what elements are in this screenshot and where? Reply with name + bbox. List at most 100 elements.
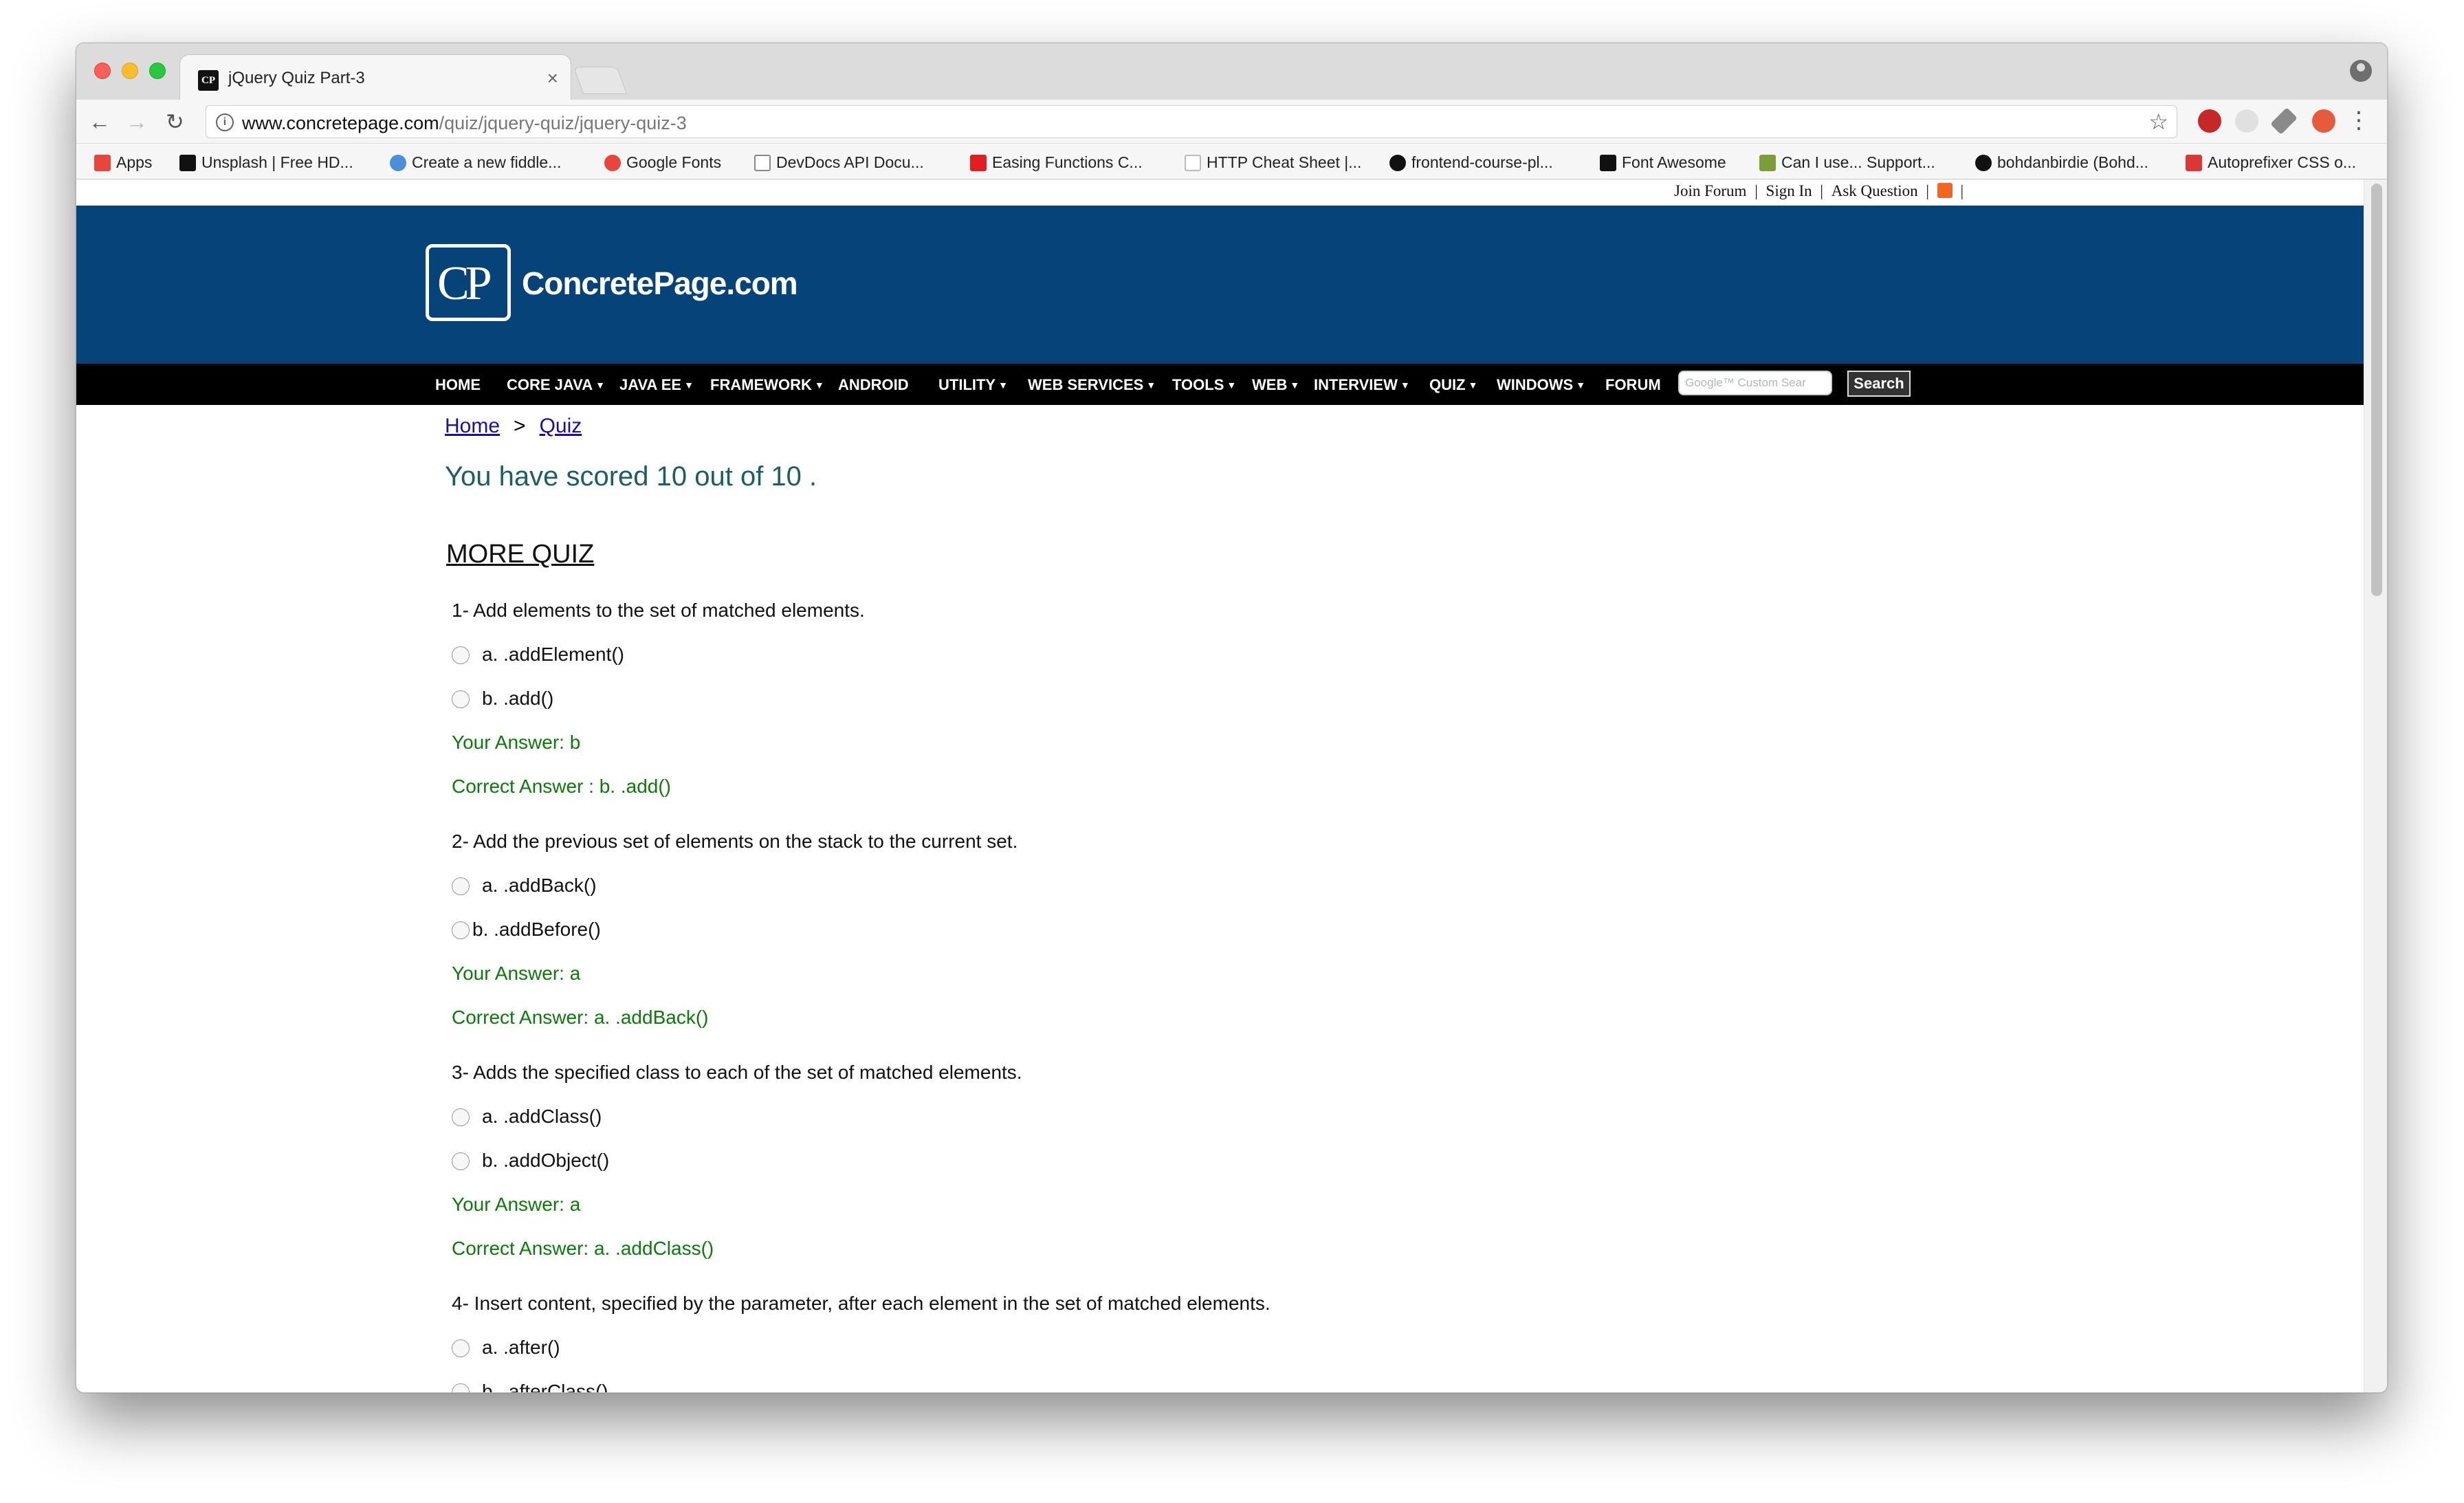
active-tab[interactable]: CP jQuery Quiz Part-3 × — [179, 54, 571, 100]
site-nav: HOME CORE JAVA ▼ JAVA EE ▼ FRAMEWORK ▼ ANDR… — [76, 364, 2364, 405]
correct-answer: Correct Answer: a. .addClass() — [452, 1238, 714, 1259]
nav-java-ee[interactable]: JAVA EE ▼ — [619, 376, 694, 394]
join-forum-link[interactable]: Join Forum — [1674, 182, 1746, 199]
your-answer: Your Answer: a — [452, 1194, 581, 1215]
flag-icon — [1600, 155, 1616, 171]
close-window-button[interactable] — [94, 63, 111, 79]
answer-option[interactable]: a. .after() — [452, 1337, 560, 1359]
reload-icon[interactable]: ↻ — [166, 109, 184, 134]
browser-window: CP jQuery Quiz Part-3 × ← → ↻ i www.conc… — [76, 43, 2388, 1393]
bookmark-item[interactable]: frontend-course-pl... — [1389, 153, 1553, 172]
nav-framework[interactable]: FRAMEWORK ▼ — [710, 376, 824, 394]
breadcrumb-quiz-link[interactable]: Quiz — [540, 415, 582, 437]
nav-home[interactable]: HOME — [435, 376, 481, 394]
nav-forum[interactable]: FORUM — [1605, 376, 1661, 394]
google-fonts-icon — [604, 155, 621, 171]
more-quiz-heading[interactable]: MORE QUIZ — [446, 540, 594, 569]
your-answer: Your Answer: a — [452, 963, 581, 984]
forward-icon[interactable]: → — [126, 109, 148, 134]
caret-down-icon: ▼ — [814, 380, 824, 391]
bookmark-item[interactable]: Create a new fiddle... — [390, 153, 561, 172]
nav-interview[interactable]: INTERVIEW ▼ — [1314, 376, 1410, 394]
url-text: www.concretepage.com/quiz/jquery-quiz/jq… — [242, 113, 687, 133]
cookie-extension-icon[interactable] — [2312, 109, 2335, 133]
profile-icon[interactable] — [2350, 60, 2372, 82]
bookmark-item[interactable]: Unsplash | Free HD... — [179, 153, 353, 172]
answer-option[interactable]: b. .add() — [452, 688, 553, 710]
answer-option[interactable]: b. .afterClass() — [452, 1381, 608, 1392]
cloud-icon — [390, 155, 406, 171]
bookmark-item[interactable]: Can I use... Support... — [1759, 153, 1935, 172]
breadcrumb: Home > Quiz — [445, 415, 582, 437]
nav-windows[interactable]: WINDOWS ▼ — [1497, 376, 1585, 394]
bookmark-item[interactable]: bohdanbirdie (Bohd... — [1975, 153, 2148, 172]
bookmark-item[interactable]: DevDocs API Docu... — [754, 153, 924, 172]
bookmark-item[interactable]: Autoprefixer CSS o... — [2186, 153, 2356, 172]
adblock-extension-icon[interactable] — [2198, 109, 2221, 133]
ask-question-link[interactable]: Ask Question — [1832, 182, 1918, 199]
your-answer: Your Answer: b — [452, 732, 581, 753]
devdocs-icon — [754, 155, 771, 171]
radio-button[interactable] — [452, 646, 470, 664]
address-bar[interactable]: i www.concretepage.com/quiz/jquery-quiz/… — [206, 105, 2177, 138]
question-text: 3- Adds the specified class to each of t… — [452, 1062, 1022, 1083]
sign-in-link[interactable]: Sign In — [1766, 182, 1812, 199]
answer-option[interactable]: a. .addBack() — [452, 875, 597, 897]
bookmark-item[interactable]: Easing Functions C... — [970, 153, 1143, 172]
camera-icon — [179, 155, 196, 171]
bookmark-item[interactable]: HTTP Cheat Sheet |... — [1185, 153, 1361, 172]
back-icon[interactable]: ← — [89, 109, 111, 134]
browser-menu-icon[interactable]: ⋮ — [2347, 107, 2370, 134]
web-page: Join Forum | Sign In | Ask Question | | … — [76, 179, 2364, 1392]
site-search-button[interactable]: Search — [1847, 371, 1911, 397]
bookmark-item[interactable]: Apps — [94, 153, 152, 172]
site-search-input[interactable]: Google™ Custom Sear — [1678, 371, 1832, 395]
bookmark-star-icon[interactable]: ☆ — [2148, 109, 2168, 135]
question-text: 4- Insert content, specified by the para… — [452, 1293, 1270, 1314]
breadcrumb-home-link[interactable]: Home — [445, 415, 500, 437]
eyedropper-icon[interactable] — [2270, 107, 2298, 135]
radio-button[interactable] — [452, 877, 470, 895]
github-icon — [1389, 155, 1406, 171]
tab-strip: CP jQuery Quiz Part-3 × — [76, 43, 2387, 100]
nav-web-services[interactable]: WEB SERVICES ▼ — [1028, 376, 1156, 394]
caret-down-icon: ▼ — [1400, 380, 1410, 391]
maximize-window-button[interactable] — [149, 63, 166, 79]
nav-android[interactable]: ANDROID — [838, 376, 909, 394]
nav-core-java[interactable]: CORE JAVA ▼ — [507, 376, 605, 394]
answer-option[interactable]: b. .addObject() — [452, 1150, 609, 1172]
site-logo-icon[interactable]: CP — [426, 244, 511, 321]
bookmark-item[interactable]: Google Fonts — [604, 153, 721, 172]
tab-title: jQuery Quiz Part-3 — [228, 69, 365, 87]
bookmarks-bar: Apps Unsplash | Free HD... Create a new … — [76, 144, 2387, 179]
rss-icon[interactable] — [1937, 183, 1952, 198]
new-tab-button[interactable] — [573, 67, 628, 94]
nav-quiz[interactable]: QUIZ ▼ — [1429, 376, 1477, 394]
answer-option[interactable]: b. .addBefore() — [452, 919, 601, 941]
nav-web[interactable]: WEB ▼ — [1252, 376, 1299, 394]
close-tab-icon[interactable]: × — [547, 67, 558, 89]
nav-utility[interactable]: UTILITY ▼ — [938, 376, 1008, 394]
extension-icon[interactable] — [2235, 109, 2258, 133]
radio-button[interactable] — [452, 1108, 470, 1126]
answer-option[interactable]: a. .addElement() — [452, 644, 624, 666]
radio-button[interactable] — [452, 921, 470, 939]
question-text: 2- Add the previous set of elements on t… — [452, 831, 1018, 852]
radio-button[interactable] — [452, 1383, 470, 1392]
bookmark-item[interactable]: Font Awesome — [1600, 153, 1726, 172]
nav-tools[interactable]: TOOLS ▼ — [1172, 376, 1236, 394]
scrollbar-thumb[interactable] — [2371, 184, 2382, 596]
correct-answer: Correct Answer: a. .addBack() — [452, 1007, 709, 1028]
radio-button[interactable] — [452, 1152, 470, 1170]
radio-button[interactable] — [452, 690, 470, 708]
site-info-icon[interactable]: i — [216, 113, 234, 131]
top-links: Join Forum | Sign In | Ask Question | | — [1674, 182, 1964, 199]
correct-answer: Correct Answer : b. .add() — [452, 776, 672, 797]
answer-option[interactable]: a. .addClass() — [452, 1106, 602, 1128]
site-logo-text[interactable]: ConcretePage.com — [522, 265, 798, 302]
minimize-window-button[interactable] — [122, 63, 138, 79]
github-icon — [1975, 155, 1992, 171]
radio-button[interactable] — [452, 1339, 470, 1357]
caret-down-icon: ▼ — [1290, 380, 1300, 391]
page-scrollbar[interactable] — [2364, 179, 2387, 1392]
